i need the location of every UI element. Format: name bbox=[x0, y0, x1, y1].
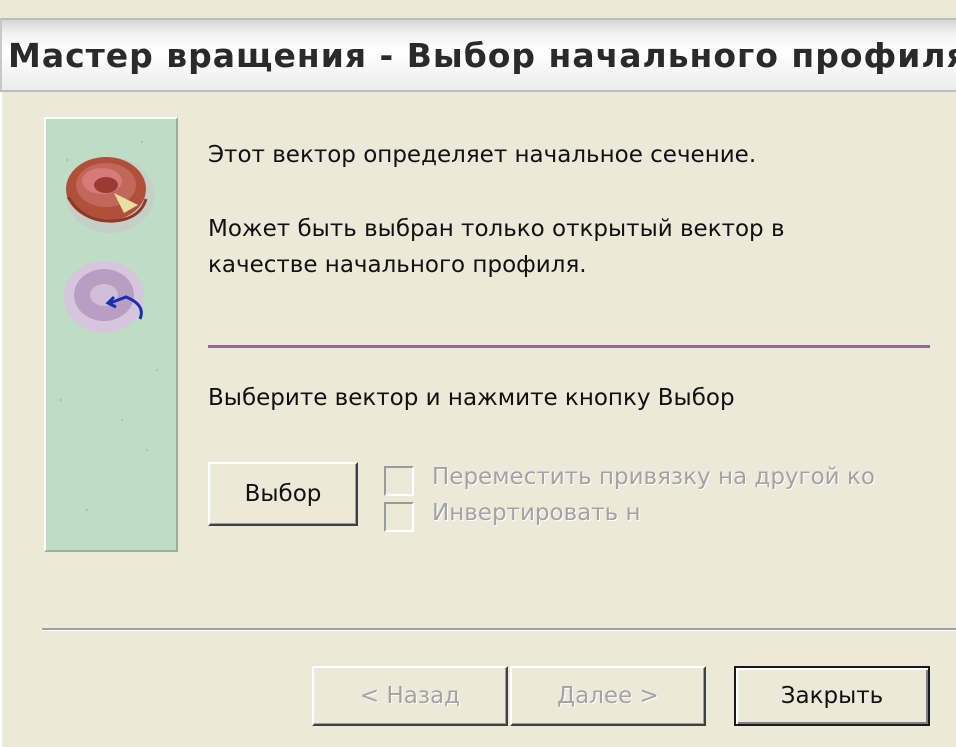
torus-revolve-icon bbox=[64, 261, 144, 333]
torus-solid-icon bbox=[66, 157, 154, 233]
invert-checkbox[interactable] bbox=[384, 502, 414, 532]
section-divider bbox=[208, 345, 930, 348]
close-button[interactable]: Закрыть bbox=[734, 666, 930, 726]
back-button[interactable]: < Назад bbox=[312, 666, 508, 726]
info-text-2b: качестве начального профиля. bbox=[208, 252, 587, 278]
next-button-label: Далее > bbox=[557, 683, 659, 709]
invert-label: Инвертировать н bbox=[432, 500, 641, 526]
title-bar[interactable]: Мастер вращения - Выбор начального профи… bbox=[0, 18, 956, 90]
side-illustration-panel bbox=[44, 117, 178, 552]
instruction-text: Выберите вектор и нажмите кнопку Выбор bbox=[208, 385, 735, 411]
next-button[interactable]: Далее > bbox=[510, 666, 706, 726]
close-button-label: Закрыть bbox=[780, 683, 884, 709]
wizard-window: Мастер вращения - Выбор начального профи… bbox=[0, 0, 956, 747]
footer-separator bbox=[42, 628, 956, 631]
select-button-label: Выбор bbox=[244, 481, 322, 507]
move-snap-checkbox[interactable] bbox=[384, 466, 414, 496]
info-text-2a: Может быть выбран только открытый вектор… bbox=[208, 216, 785, 242]
window-title: Мастер вращения - Выбор начального профи… bbox=[8, 36, 956, 75]
move-snap-label: Переместить привязку на другой ко bbox=[432, 464, 875, 490]
back-button-label: < Назад bbox=[359, 683, 461, 709]
info-text-1: Этот вектор определяет начальное сечение… bbox=[208, 142, 757, 168]
select-button[interactable]: Выбор bbox=[208, 462, 358, 526]
